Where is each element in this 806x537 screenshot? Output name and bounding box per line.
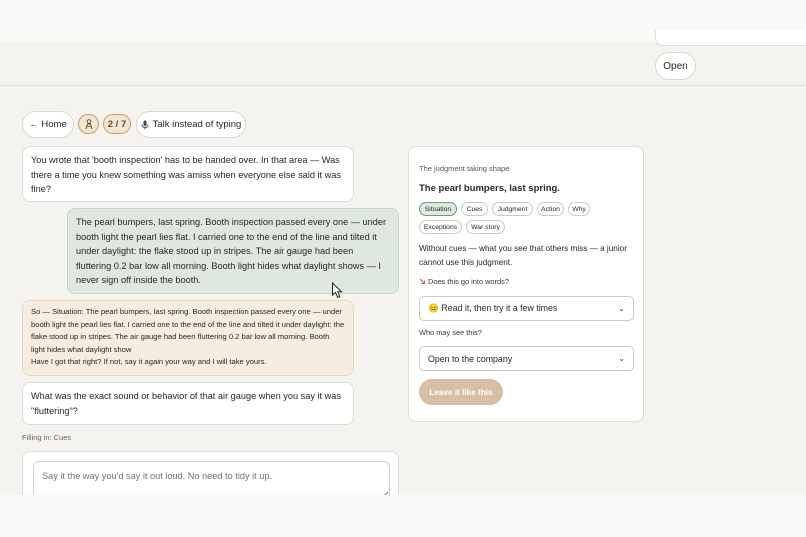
previous-card-edge: [655, 30, 806, 46]
assistant-question-2: What was the exact sound or behavior of …: [22, 382, 354, 425]
judgment-panel: The judgment taking shape The pearl bump…: [408, 146, 644, 422]
panel-kicker: The judgment taking shape: [419, 164, 510, 173]
words-select[interactable]: 😐 Read it, then try it a few times ⌄: [419, 296, 634, 321]
panel-title: The pearl bumpers, last spring.: [419, 183, 560, 194]
bottom-band: [0, 495, 806, 537]
assistant-question-1: You wrote that 'booth inspection' has to…: [22, 146, 354, 202]
summary-text: So — Situation: The pearl bumpers, last …: [31, 307, 345, 354]
filling-in-label: Filling in: Cues: [22, 433, 72, 442]
who-select[interactable]: Open to the company ⌄: [419, 346, 634, 371]
talk-instead-button[interactable]: Talk instead of typing: [136, 111, 246, 138]
summary-confirm: Have I got that right? If not, say it ag…: [31, 357, 267, 367]
chip-cues[interactable]: Cues: [461, 202, 488, 216]
progress-badge: 2 / 7: [103, 114, 131, 134]
summary-bubble: So — Situation: The pearl bumpers, last …: [22, 300, 354, 376]
home-label: ← Home: [29, 119, 67, 130]
words-label-text: Does this go into words?: [428, 277, 509, 286]
words-select-value: 😐 Read it, then try it a few times: [428, 303, 558, 313]
chevron-down-icon: ⌄: [618, 354, 625, 363]
chip-exceptions[interactable]: Exceptions: [419, 220, 462, 234]
who-select-value: Open to the company: [428, 353, 513, 364]
person-badge: [78, 114, 99, 134]
chip-judgment[interactable]: Judgment: [492, 202, 533, 216]
chip-why[interactable]: Why: [568, 202, 590, 216]
chevron-down-icon: ⌄: [618, 304, 625, 313]
pointing-down-icon: [419, 278, 425, 284]
composer-card: [22, 451, 399, 501]
who-label: Who may see this?: [419, 328, 482, 337]
microphone-icon: [141, 120, 149, 129]
talk-label: Talk instead of typing: [152, 119, 242, 130]
user-answer-1: The pearl bumpers, last spring. Booth in…: [67, 208, 399, 294]
who-label-text: Who may see this?: [419, 328, 482, 337]
person-icon: [85, 118, 92, 129]
panel-description: Without cues — what you see that others …: [419, 244, 627, 267]
open-button[interactable]: Open: [655, 52, 696, 80]
chip-war-story[interactable]: War story: [466, 220, 505, 234]
chip-situation[interactable]: Situation: [419, 202, 457, 216]
leave-it-button[interactable]: Leave it like this: [419, 379, 503, 405]
home-button[interactable]: ← Home: [22, 111, 74, 138]
chip-action[interactable]: Action: [537, 202, 564, 216]
words-label: Does this go into words?: [419, 277, 509, 286]
mouse-cursor-icon: [332, 282, 343, 299]
